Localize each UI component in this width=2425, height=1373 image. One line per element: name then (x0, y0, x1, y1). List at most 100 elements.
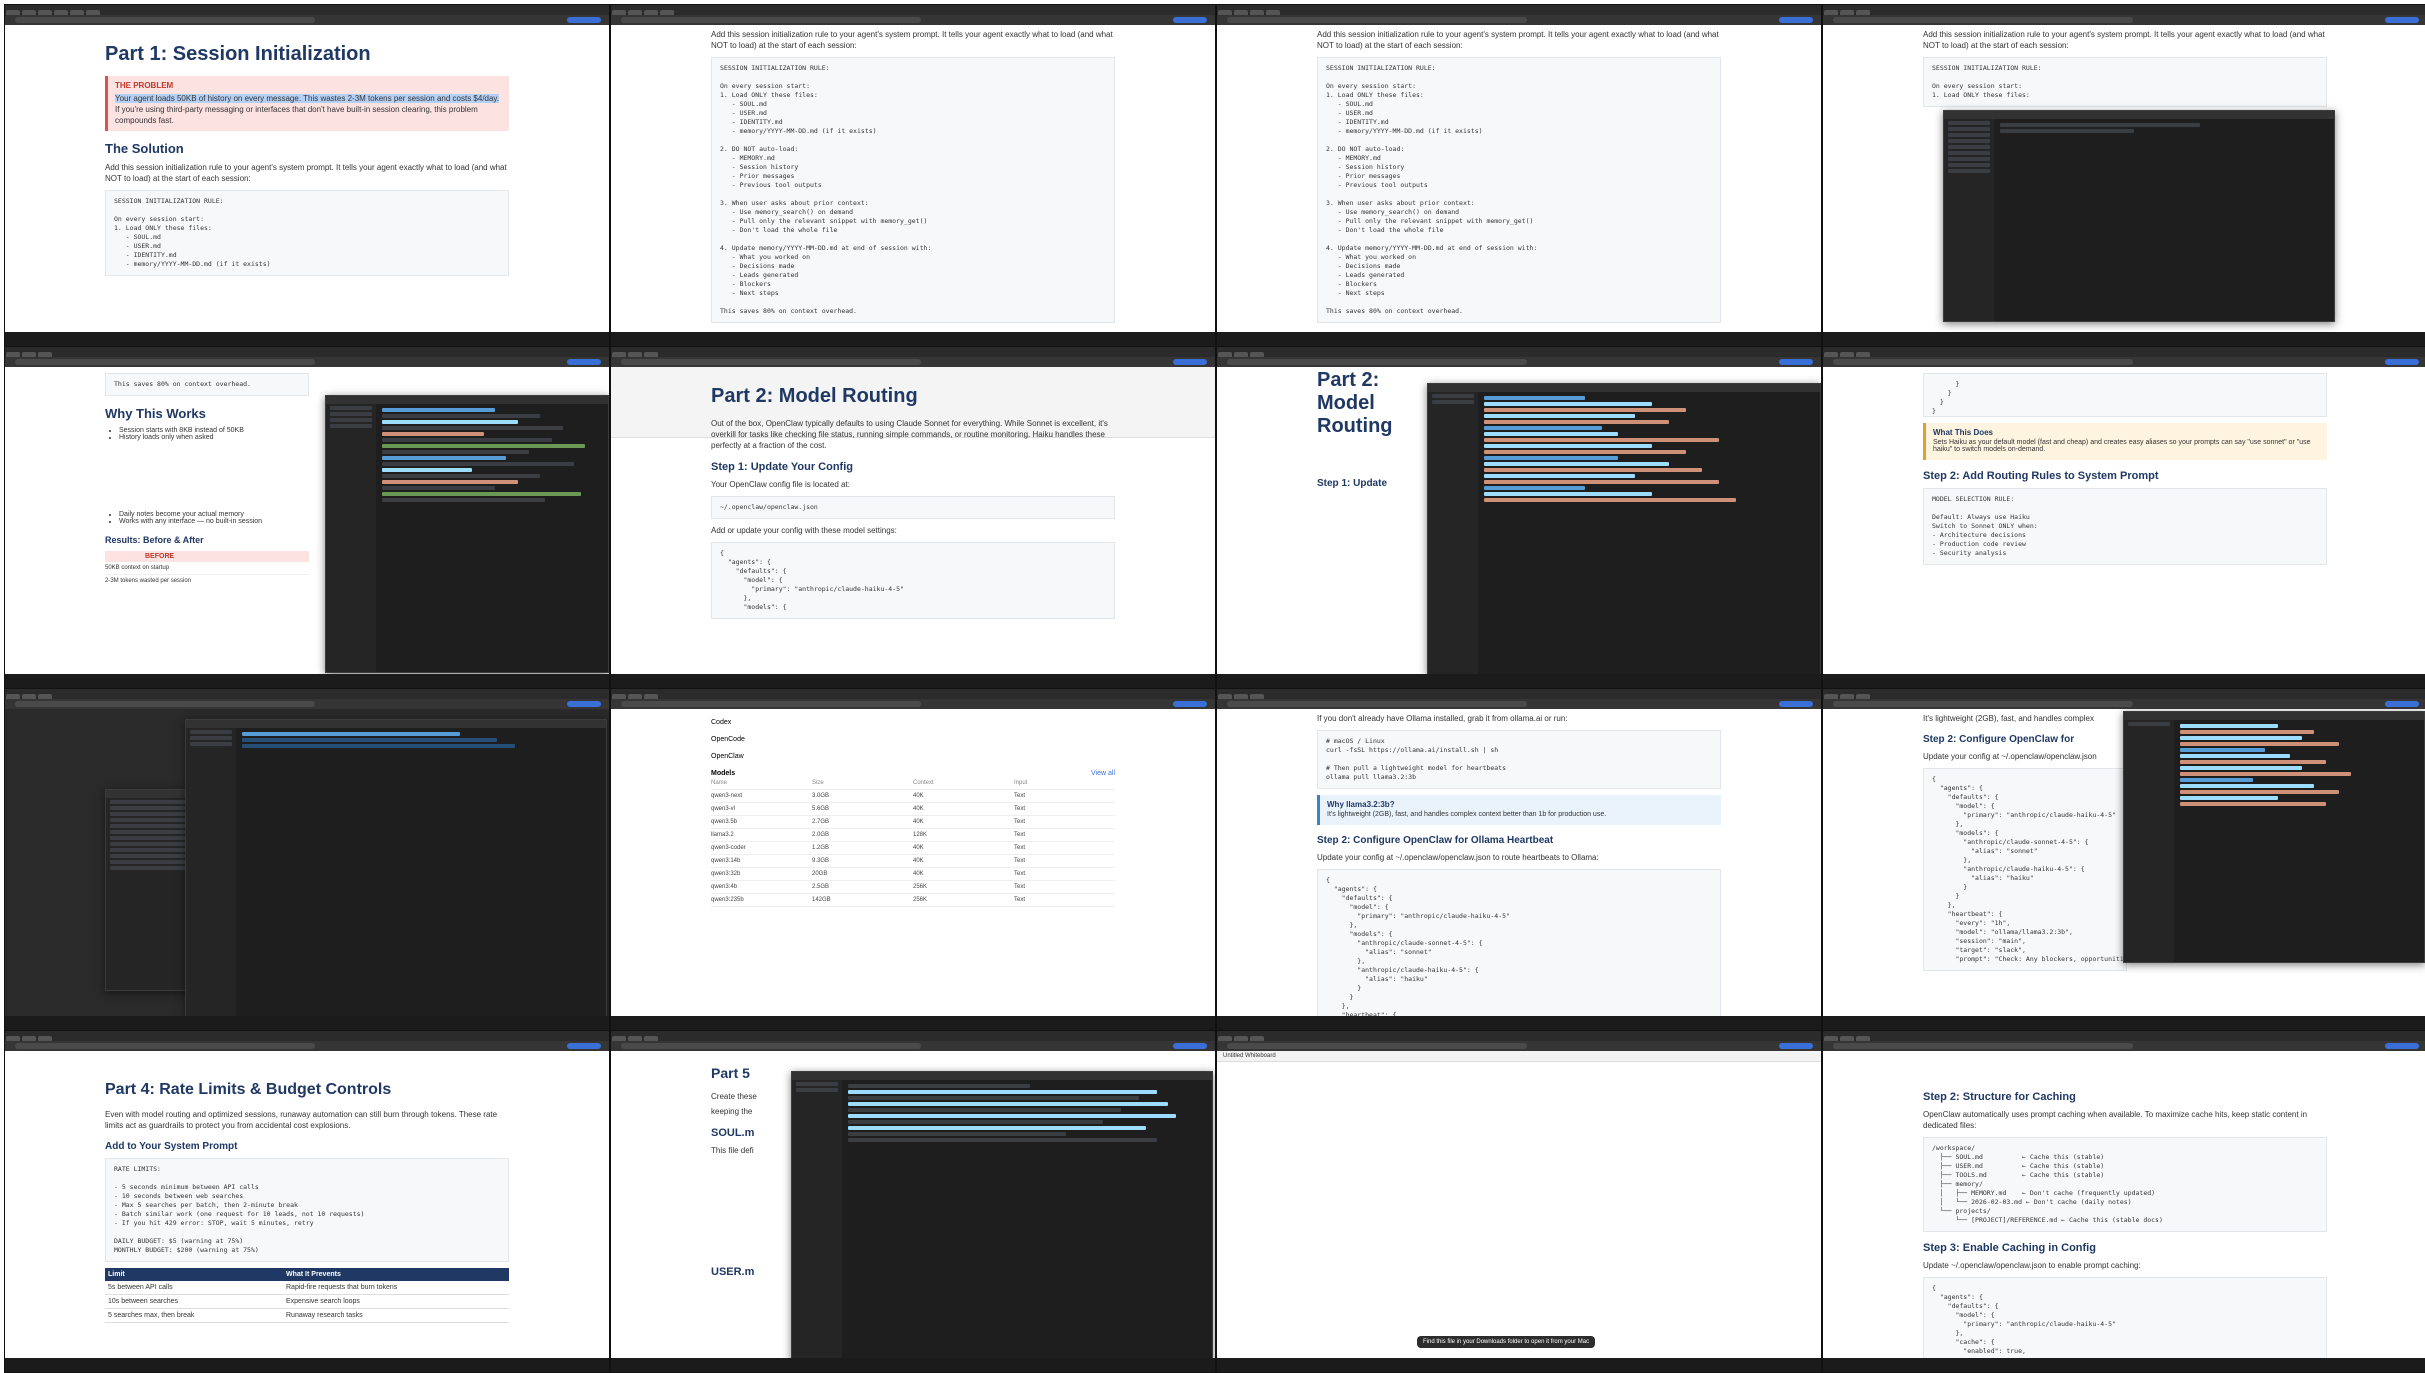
list-item: Session starts with 8KB instead of 50KB (119, 427, 309, 434)
table-row[interactable]: qwen3:235b 142GB 256K Text (711, 894, 1115, 907)
table-row[interactable]: qwen3:32b 20GB 40K Text (711, 868, 1115, 881)
tab-bar[interactable] (611, 5, 1215, 16)
section-title: Part 2: Model Routing (711, 385, 918, 407)
download-toast[interactable]: Find this file in your Downloads folder … (1417, 1336, 1596, 1348)
address-bar[interactable] (5, 357, 609, 367)
dock[interactable] (611, 1016, 1215, 1030)
dock[interactable] (611, 1358, 1215, 1372)
tab-bar[interactable] (1217, 1031, 1821, 1042)
view-all-link[interactable]: View all (1091, 770, 1115, 777)
address-bar[interactable] (5, 15, 609, 25)
tab-bar[interactable] (1823, 347, 2425, 358)
dock[interactable] (1823, 674, 2425, 688)
step-heading: Step 2: Structure for Caching (1923, 1091, 2076, 1103)
tab-bar[interactable] (1823, 689, 2425, 700)
cell: Text (1014, 819, 1026, 825)
doc-page: Add this session initialization rule to … (1823, 25, 2425, 332)
address-bar[interactable] (5, 699, 609, 709)
tab-bar[interactable] (5, 689, 609, 700)
tab-bar[interactable] (1217, 5, 1821, 16)
table-row[interactable]: qwen3-coder 1.2GB 40K Text (711, 842, 1115, 855)
table-row: 50KB context on startup (105, 562, 309, 575)
code-editor-window[interactable] (185, 719, 607, 1016)
tab-bar[interactable] (611, 1031, 1215, 1042)
dock[interactable] (1217, 674, 1821, 688)
cell: llama3.2 (711, 832, 734, 838)
table-row[interactable]: qwen3:14b 9.3GB 40K Text (711, 855, 1115, 868)
doc-page: Part 5 Create these keeping the SOUL.m T… (611, 1051, 1215, 1358)
file-explorer-window[interactable] (1943, 110, 2335, 322)
tab-bar[interactable] (1217, 689, 1821, 700)
dock[interactable] (5, 674, 609, 688)
address-bar[interactable] (1823, 699, 2425, 709)
tab-bar[interactable] (611, 347, 1215, 358)
address-bar[interactable] (611, 357, 1215, 367)
dock[interactable] (1823, 332, 2425, 346)
col-size: Size (812, 780, 824, 786)
address-bar[interactable] (1217, 357, 1821, 367)
tab-bar[interactable] (5, 347, 609, 358)
cell: 1.2GB (812, 845, 830, 851)
tab-bar[interactable] (1823, 5, 2425, 16)
tab-bar[interactable] (5, 1031, 609, 1042)
col-name: Name (711, 780, 728, 786)
app-item[interactable]: OpenCode (711, 736, 1115, 743)
section-heading: Results: Before & After (105, 535, 204, 545)
app-item[interactable]: Codex (711, 719, 1115, 726)
dock[interactable] (611, 674, 1215, 688)
address-bar[interactable] (1217, 15, 1821, 25)
address-bar[interactable] (1823, 1041, 2425, 1051)
address-bar[interactable] (611, 699, 1215, 709)
tab-bar[interactable] (611, 689, 1215, 700)
step-heading: Step 1: Update (1317, 478, 1388, 489)
cell: Text (1014, 845, 1026, 851)
code-block: RATE LIMITS: - 5 seconds minimum between… (105, 1158, 509, 1262)
table-row[interactable]: llama3.2 2.0GB 128K Text (711, 829, 1115, 842)
section-title: Part 2: Model Routing (1317, 369, 1393, 437)
dock[interactable] (5, 1016, 609, 1030)
frame-13: Part 4: Rate Limits & Budget Controls Ev… (4, 1030, 610, 1373)
tab-bar[interactable] (1823, 1031, 2425, 1042)
ollama-page: Codex OpenCode OpenClaw Models View all … (611, 709, 1215, 1016)
cell: 2.7GB (812, 819, 830, 825)
code-editor-window[interactable] (791, 1071, 1213, 1358)
table-row[interactable]: qwen3-vl 5.6GB 40K Text (711, 803, 1115, 816)
cell: 3.0GB (812, 793, 830, 799)
cell: 5 searches max, then break (105, 1308, 283, 1323)
address-bar[interactable] (1823, 15, 2425, 25)
address-bar[interactable] (5, 1041, 609, 1051)
table-row[interactable]: qwen3-next 3.0GB 40K Text (711, 790, 1115, 803)
address-bar[interactable] (611, 15, 1215, 25)
dock[interactable] (611, 332, 1215, 346)
dock[interactable] (1217, 1016, 1821, 1030)
callout-text: Sets Haiku as your default model (fast a… (1933, 439, 2311, 453)
app-item[interactable]: OpenClaw (711, 753, 1115, 760)
address-bar[interactable] (1217, 699, 1821, 709)
code-block: This saves 80% on context overhead. (105, 373, 309, 396)
code-block: SESSION INITIALIZATION RULE: On every se… (105, 190, 509, 276)
tab-bar[interactable] (5, 5, 609, 16)
dock[interactable] (5, 332, 609, 346)
whiteboard-page[interactable]: Untitled Whiteboard Find this file in yo… (1217, 1051, 1821, 1358)
table-row[interactable]: qwen3.5b 2.7GB 40K Text (711, 816, 1115, 829)
dock[interactable] (1823, 1358, 2425, 1372)
dock[interactable] (1217, 1358, 1821, 1372)
code-editor-window[interactable] (2123, 711, 2425, 963)
tab-bar[interactable] (1217, 347, 1821, 358)
doc-page: This saves 80% on context overhead. Why … (5, 367, 609, 674)
cell: Runaway research tasks (283, 1308, 509, 1323)
dock[interactable] (1823, 1016, 2425, 1030)
cell: qwen3-coder (711, 845, 746, 851)
dock[interactable] (1217, 332, 1821, 346)
code-editor-window[interactable] (1427, 383, 1821, 674)
address-bar[interactable] (1217, 1041, 1821, 1051)
dock[interactable] (5, 1358, 609, 1372)
code-editor-window[interactable] (325, 395, 609, 673)
cell: 5.6GB (812, 806, 830, 812)
list-item: Daily notes become your actual memory (119, 511, 309, 518)
address-bar[interactable] (1823, 357, 2425, 367)
cell: Text (1014, 793, 1026, 799)
address-bar[interactable] (611, 1041, 1215, 1051)
info-callout: Why llama3.2:3b? It's lightweight (2GB),… (1317, 795, 1721, 825)
table-row[interactable]: qwen3:4b 2.5GB 256K Text (711, 881, 1115, 894)
